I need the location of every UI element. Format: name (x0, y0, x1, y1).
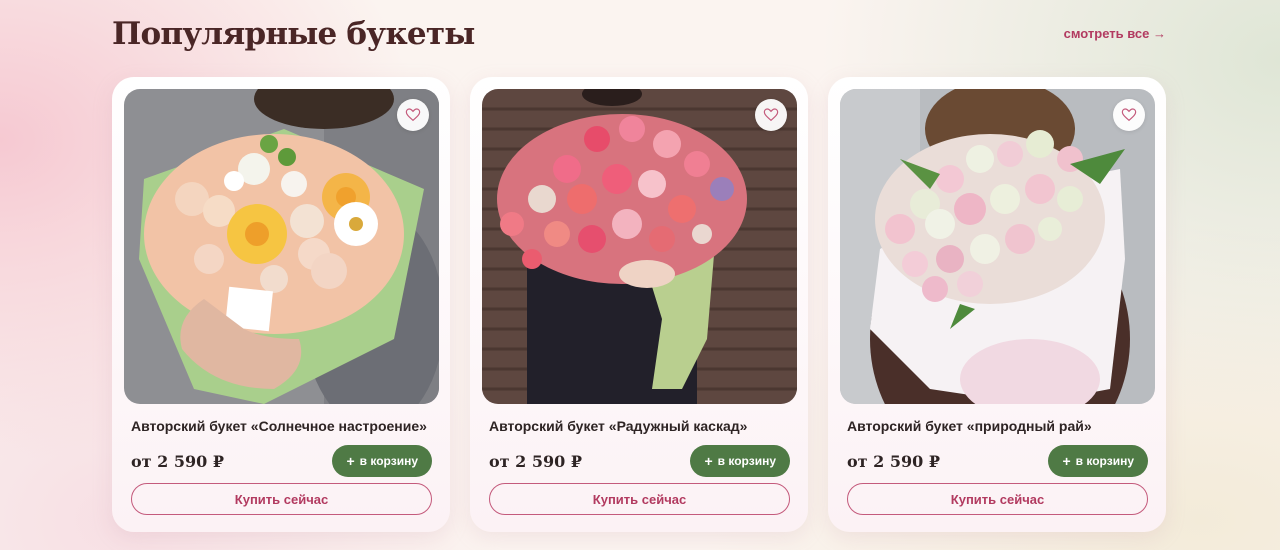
add-to-cart-label: в корзину (717, 454, 776, 468)
add-to-cart-label: в корзину (359, 454, 418, 468)
product-name: Авторский букет «природный рай» (847, 418, 1092, 434)
plus-icon: + (1062, 453, 1071, 469)
product-card[interactable]: Авторский букет «Солнечное настроение» о… (112, 77, 450, 532)
add-to-cart-label: в корзину (1075, 454, 1134, 468)
buy-now-button[interactable]: Купить сейчас (131, 483, 432, 515)
buy-now-button[interactable]: Купить сейчас (489, 483, 790, 515)
plus-icon: + (346, 453, 355, 469)
product-name: Авторский букет «Солнечное настроение» (131, 418, 427, 434)
favorite-button[interactable] (397, 99, 429, 131)
favorite-button[interactable] (1113, 99, 1145, 131)
product-cards: Авторский букет «Солнечное настроение» о… (112, 77, 1166, 532)
favorite-button[interactable] (755, 99, 787, 131)
product-card[interactable]: Авторский букет «Радужный каскад» от 2 5… (470, 77, 808, 532)
see-all-link[interactable]: смотреть все → (1064, 26, 1166, 41)
bouquet-sunny-image (124, 89, 439, 404)
product-price: от 2 590 ₽ (131, 452, 224, 471)
heart-outline-icon (405, 108, 421, 122)
product-photo[interactable] (124, 89, 439, 404)
product-photo[interactable] (482, 89, 797, 404)
product-price: от 2 590 ₽ (489, 452, 582, 471)
section-header: Популярные букеты смотреть все → (112, 14, 1166, 62)
product-price: от 2 590 ₽ (847, 452, 940, 471)
product-card[interactable]: Авторский букет «природный рай» от 2 590… (828, 77, 1166, 532)
heart-outline-icon (763, 108, 779, 122)
bouquet-paradise-image (840, 89, 1155, 404)
heart-outline-icon (1121, 108, 1137, 122)
bouquet-rainbow-image (482, 89, 797, 404)
plus-icon: + (704, 453, 713, 469)
buy-now-button[interactable]: Купить сейчас (847, 483, 1148, 515)
product-name: Авторский букет «Радужный каскад» (489, 418, 748, 434)
add-to-cart-button[interactable]: + в корзину (690, 445, 790, 477)
add-to-cart-button[interactable]: + в корзину (1048, 445, 1148, 477)
section-title: Популярные букеты (112, 16, 475, 52)
add-to-cart-button[interactable]: + в корзину (332, 445, 432, 477)
product-photo[interactable] (840, 89, 1155, 404)
